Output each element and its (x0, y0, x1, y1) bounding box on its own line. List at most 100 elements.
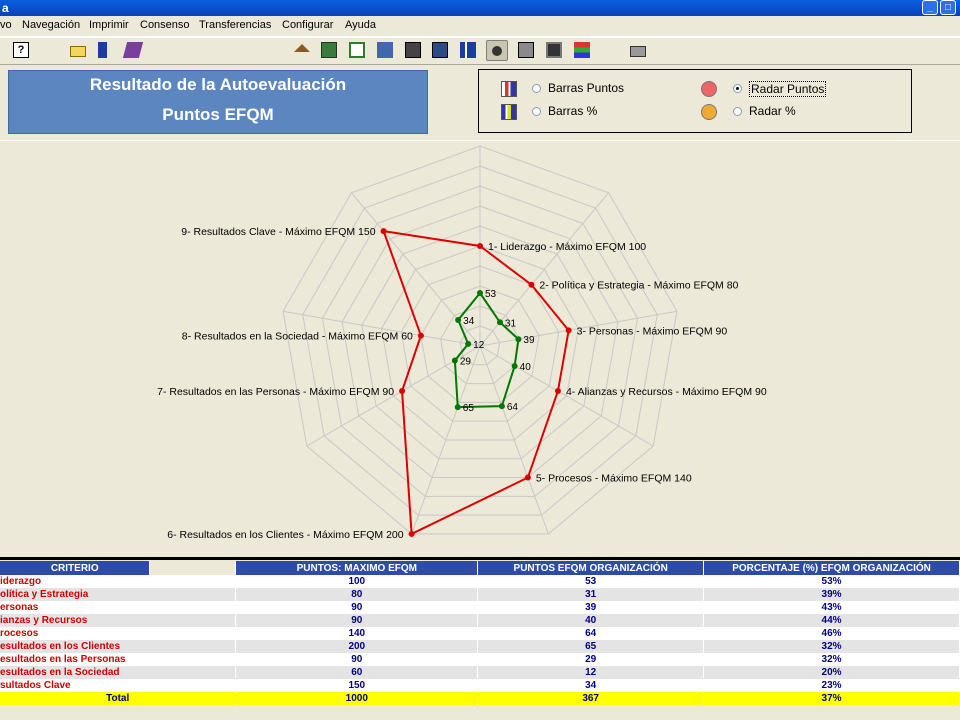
radar-axis-label: 1- Liderazgo - Máximo EFQM 100 (488, 241, 646, 253)
menu-ayuda[interactable]: Ayuda (345, 19, 376, 31)
cell-org: 40 (477, 614, 705, 627)
table-row: olítica y Estrategia 80 31 39% (0, 588, 960, 601)
cell-max: 100 (235, 575, 479, 588)
table-row: esultados en los Clientes 200 65 32% (0, 640, 960, 653)
option-barras-puntos-radio[interactable] (532, 84, 541, 93)
grid-icon[interactable] (432, 42, 448, 58)
tree-icon[interactable] (349, 42, 365, 58)
radar-data-point (455, 316, 462, 323)
cell-max: 90 (235, 653, 479, 666)
table-row: ersonas 90 39 43% (0, 601, 960, 614)
radar-data-label: 12 (473, 340, 485, 351)
menu-archivo[interactable]: vo (0, 19, 12, 31)
radar-data-label: 39 (523, 335, 535, 346)
option-radar-percent-radio[interactable] (733, 107, 742, 116)
table-row: esultados en las Personas 90 29 32% (0, 653, 960, 666)
radar-data-point (515, 336, 522, 343)
menu-navegacion[interactable]: Navegación (22, 19, 80, 31)
table-row: ianzas y Recursos 90 40 44% (0, 614, 960, 627)
report-header: Resultado de la Autoevaluación Puntos EF… (8, 70, 428, 134)
cell-org: 31 (477, 588, 705, 601)
cell-max: 90 (235, 601, 479, 614)
folder-icon[interactable] (70, 46, 86, 57)
table-row: esultados en la Sociedad 60 12 20% (0, 666, 960, 679)
toolbar: ? (0, 37, 960, 65)
radar-axis-label: 9- Resultados Clave - Máximo EFQM 150 (181, 226, 375, 238)
radar-data-point (417, 332, 424, 339)
cell-org: 53 (477, 575, 705, 588)
cell-org: 64 (477, 627, 705, 640)
minimize-button[interactable]: _ (922, 0, 938, 15)
bar-chart-percent-icon (501, 104, 517, 120)
radar-toggle-icon[interactable] (486, 40, 508, 61)
menu-consenso[interactable]: Consenso (140, 19, 190, 31)
table-header-row: CRITERIO PUNTOS: MAXIMO EFQM PUNTOS EFQM… (0, 561, 960, 575)
cell-criterio: ianzas y Recursos (0, 614, 237, 627)
header-criterio: CRITERIO (0, 561, 151, 575)
cell-total-label: Total (0, 692, 237, 705)
colors-icon[interactable] (574, 42, 590, 58)
header-org: PUNTOS EFQM ORGANIZACIÓN (477, 561, 705, 575)
radar-data-point (511, 363, 518, 369)
maximize-button[interactable]: □ (940, 0, 956, 15)
printer-icon[interactable] (630, 46, 646, 57)
cell-max: 200 (235, 640, 479, 653)
cell-org: 39 (477, 601, 705, 614)
radar-data-point (498, 403, 505, 410)
checklist-icon[interactable] (518, 42, 534, 58)
table-row: iderazgo 100 53 53% (0, 575, 960, 588)
cell-percent: 43% (703, 601, 960, 614)
cell-percent: 23% (703, 679, 960, 692)
cell-org: 65 (477, 640, 705, 653)
radar-data-label: 64 (507, 402, 519, 413)
network-icon[interactable] (377, 42, 393, 58)
list-icon[interactable] (321, 42, 337, 58)
cell-total-org: 367 (477, 692, 705, 705)
cell-max: 140 (235, 627, 479, 640)
radar-data-point (380, 228, 387, 235)
cell-criterio: esultados en los Clientes (0, 640, 237, 653)
cell-criterio: rocesos (0, 627, 237, 640)
table-total-row: Total 1000 367 37% (0, 692, 960, 705)
help-icon[interactable]: ? (13, 42, 29, 58)
cell-org: 12 (477, 666, 705, 679)
radar-axis-label: 5- Procesos - Máximo EFQM 140 (536, 473, 692, 485)
book-icon[interactable] (122, 42, 144, 58)
results-table: CRITERIO PUNTOS: MAXIMO EFQM PUNTOS EFQM… (0, 561, 960, 705)
header-percent: PORCENTAJE (%) EFQM ORGANIZACIÓN (703, 561, 960, 575)
bar-chart-icon[interactable] (460, 42, 476, 58)
menu-configurar[interactable]: Configurar (282, 19, 333, 31)
bar-chart-points-icon (501, 81, 517, 97)
radar-data-point (524, 474, 531, 481)
menu-transferencias[interactable]: Transferencias (199, 19, 271, 31)
camera-icon[interactable] (546, 42, 562, 58)
option-barras-percent-radio[interactable] (532, 107, 541, 116)
cell-percent: 32% (703, 653, 960, 666)
radar-axis-label: 2- Política y Estrategia - Máximo EFQM 8… (539, 280, 738, 292)
cell-criterio: olítica y Estrategia (0, 588, 237, 601)
door-icon[interactable] (98, 42, 107, 58)
table-separator (0, 557, 960, 560)
radar-data-label: 65 (463, 403, 475, 414)
radar-data-label: 40 (520, 362, 532, 373)
radar-data-point (528, 281, 535, 288)
cell-criterio: sultados Clave (0, 679, 237, 692)
matrix-icon[interactable] (405, 42, 421, 58)
table-row: sultados Clave 150 34 23% (0, 679, 960, 692)
cell-org: 34 (477, 679, 705, 692)
radar-data-point (454, 404, 461, 411)
radar-points-icon (701, 81, 717, 97)
home-icon[interactable] (294, 44, 310, 52)
cell-percent: 39% (703, 588, 960, 601)
menu-imprimir[interactable]: Imprimir (89, 19, 129, 31)
option-radar-puntos-label: Radar Puntos (749, 81, 827, 97)
radar-chart-area: 53 31 39 40 64 65 29 12 34 1- Liderazgo - Máximo … (0, 140, 960, 557)
menu-bar: vo Navegación Imprimir Consenso Transfer… (0, 16, 960, 37)
report-subtitle: Puntos EFQM (162, 105, 274, 124)
option-radar-puntos-radio[interactable] (733, 84, 742, 93)
cell-total-percent: 37% (703, 692, 960, 705)
radar-axis-label: 6- Resultados en los Clientes - Máximo E… (167, 529, 404, 541)
table-row: rocesos 140 64 46% (0, 627, 960, 640)
cell-max: 60 (235, 666, 479, 679)
cell-max: 80 (235, 588, 479, 601)
